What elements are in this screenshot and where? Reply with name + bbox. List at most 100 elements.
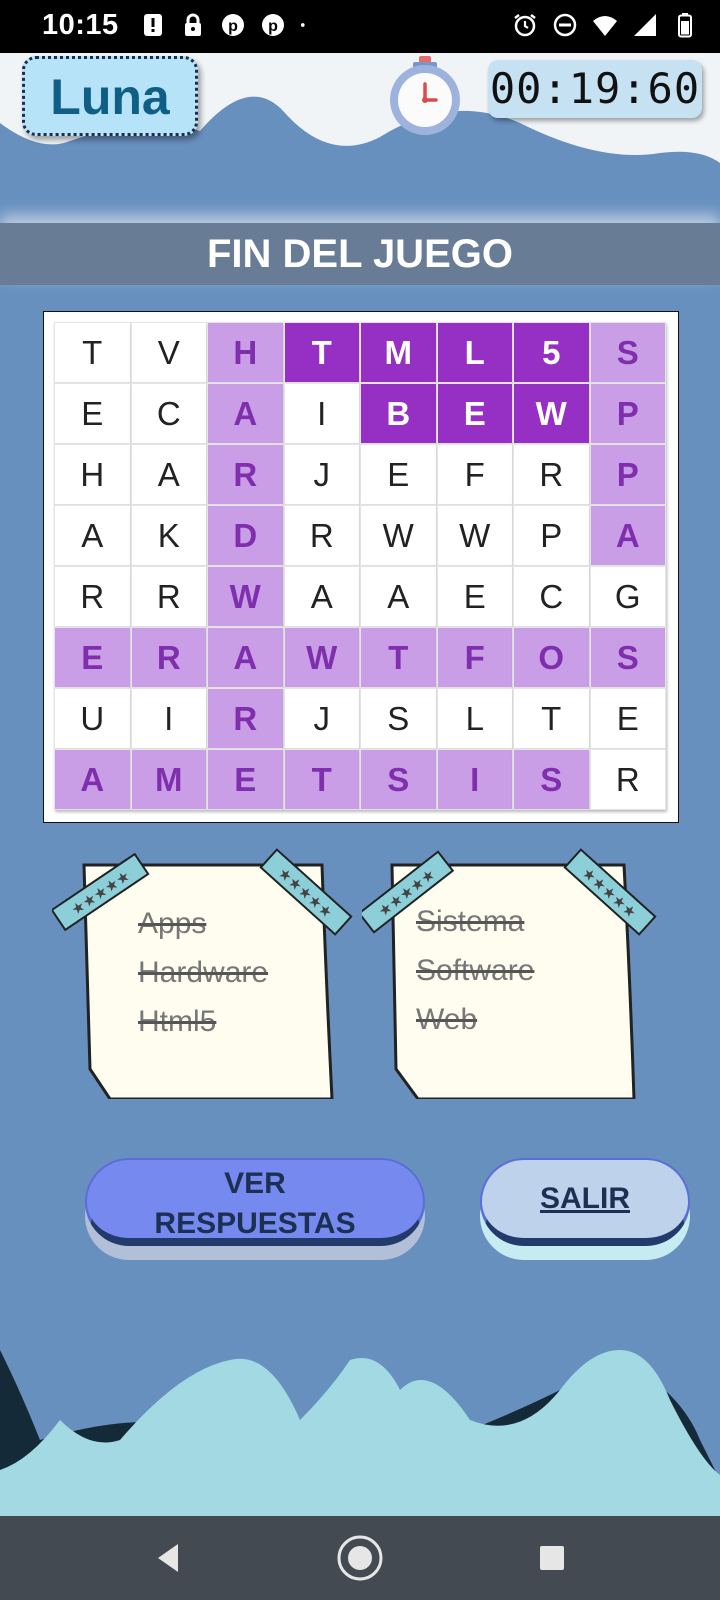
svg-text:p: p (268, 18, 278, 35)
grid-cell[interactable]: F (436, 444, 513, 505)
grid-cell[interactable]: A (54, 505, 131, 566)
grid-cell[interactable]: R (589, 749, 666, 810)
home-circle-icon[interactable] (336, 1534, 384, 1582)
status-left-icons: p p (140, 12, 312, 38)
signal-icon (634, 14, 656, 36)
grid-cell[interactable]: R (54, 566, 131, 627)
grid-cell[interactable]: A (283, 566, 360, 627)
grid-cell[interactable]: H (207, 322, 284, 383)
wifi-icon (593, 16, 617, 36)
grid-cell[interactable]: C (130, 383, 207, 444)
grid-cell[interactable]: R (283, 505, 360, 566)
exit-button[interactable]: SALIR (480, 1158, 690, 1260)
grid-cell[interactable]: A (207, 627, 284, 688)
grid-cell[interactable]: R (207, 444, 284, 505)
grid-cell[interactable]: V (130, 322, 207, 383)
grid-cell[interactable]: M (130, 749, 207, 810)
grid-cell[interactable]: O (513, 627, 590, 688)
grid-cell[interactable]: C (513, 566, 590, 627)
grid-cell[interactable]: U (54, 688, 131, 749)
grid-cell[interactable]: A (360, 566, 437, 627)
grid-cell[interactable]: S (360, 688, 437, 749)
grid-cell[interactable]: J (283, 688, 360, 749)
lock-icon (185, 13, 201, 36)
grid-cell[interactable]: E (54, 383, 131, 444)
grid-cell[interactable]: T (54, 322, 131, 383)
grid-cell[interactable]: W (513, 383, 590, 444)
grid-cell[interactable]: W (360, 505, 437, 566)
grid-cell[interactable]: E (589, 688, 666, 749)
pinterest-icon: p (222, 14, 244, 36)
grid-cell[interactable]: R (207, 688, 284, 749)
grid-cell[interactable]: R (130, 566, 207, 627)
found-word: Apps (138, 907, 207, 940)
grid-cell[interactable]: R (130, 627, 207, 688)
grid-cell[interactable]: T (283, 322, 360, 383)
stopwatch-icon (390, 56, 460, 135)
logo-text: Luna (50, 69, 170, 125)
grid-cell[interactable]: A (130, 444, 207, 505)
game-timer: 00:19:60 (488, 60, 702, 118)
grid-cell[interactable]: E (207, 749, 284, 810)
grid-cell[interactable]: M (360, 322, 437, 383)
found-word: Web (416, 1003, 478, 1036)
title-banner: FIN DEL JUEGO (0, 223, 720, 285)
grid-cell[interactable]: G (589, 566, 666, 627)
view-answers-button-face[interactable]: VER RESPUESTAS (85, 1158, 425, 1246)
alert-icon (144, 14, 162, 36)
view-answers-button[interactable]: VER RESPUESTAS (85, 1158, 425, 1260)
grid-cell[interactable]: B (360, 383, 437, 444)
grid-cell[interactable]: I (436, 749, 513, 810)
grid-cell[interactable]: A (54, 749, 131, 810)
grid-cell[interactable]: S (589, 627, 666, 688)
grid-cell[interactable]: W (207, 566, 284, 627)
found-word: Sistema (416, 905, 525, 938)
grid-cell[interactable]: I (130, 688, 207, 749)
grid-cell[interactable]: E (436, 383, 513, 444)
grid-cell[interactable]: T (513, 688, 590, 749)
view-answers-label-line1: VER (224, 1167, 286, 1200)
view-answers-label-line2: RESPUESTAS (154, 1207, 356, 1240)
grid-cell[interactable]: 5 (513, 322, 590, 383)
grid-cell[interactable]: D (207, 505, 284, 566)
grid-cell[interactable]: E (54, 627, 131, 688)
status-right-icons (512, 12, 698, 38)
found-word: Software (416, 954, 535, 987)
grid-cell[interactable]: I (283, 383, 360, 444)
svg-text:p: p (228, 18, 238, 35)
status-bar: 10:15 p p (0, 0, 720, 53)
back-triangle-icon[interactable] (144, 1534, 192, 1582)
grid-cell[interactable]: E (436, 566, 513, 627)
grid-cell[interactable]: W (436, 505, 513, 566)
grid-cell[interactable]: J (283, 444, 360, 505)
grid-cell[interactable]: F (436, 627, 513, 688)
found-word: Html5 (138, 1005, 217, 1038)
bottom-hills-decoration (0, 1350, 720, 1516)
grid-cell[interactable]: L (436, 322, 513, 383)
word-list: Sistema Software Web (416, 897, 534, 1044)
word-list-note-left: ★★★★★ ★★★★★ Apps Hardware Html5 (52, 829, 364, 1099)
grid-cell[interactable]: W (283, 627, 360, 688)
status-time: 10:15 (42, 9, 119, 41)
recents-square-icon[interactable] (528, 1534, 576, 1582)
grid-cell[interactable]: A (589, 505, 666, 566)
word-list-note-right: ★★★★★ ★★★★★ Sistema Software Web (362, 829, 674, 1099)
grid-cell[interactable]: T (360, 627, 437, 688)
word-search-board: TVHTML5SECAIBEWPHARJEFRPAKDRWWPARRWAAECG… (43, 311, 679, 823)
grid-cell[interactable]: P (589, 444, 666, 505)
grid-cell[interactable]: S (589, 322, 666, 383)
grid-cell[interactable]: R (513, 444, 590, 505)
grid-cell[interactable]: P (513, 505, 590, 566)
grid-cell[interactable]: S (360, 749, 437, 810)
grid-cell[interactable]: P (589, 383, 666, 444)
grid-cell[interactable]: T (283, 749, 360, 810)
grid-cell[interactable]: L (436, 688, 513, 749)
grid-cell[interactable]: A (207, 383, 284, 444)
system-nav-bar (0, 1516, 720, 1600)
grid-cell[interactable]: K (130, 505, 207, 566)
grid-cell[interactable]: S (513, 749, 590, 810)
exit-button-face[interactable]: SALIR (480, 1158, 690, 1246)
grid-cell[interactable]: E (360, 444, 437, 505)
exit-label: SALIR (540, 1182, 630, 1215)
grid-cell[interactable]: H (54, 444, 131, 505)
